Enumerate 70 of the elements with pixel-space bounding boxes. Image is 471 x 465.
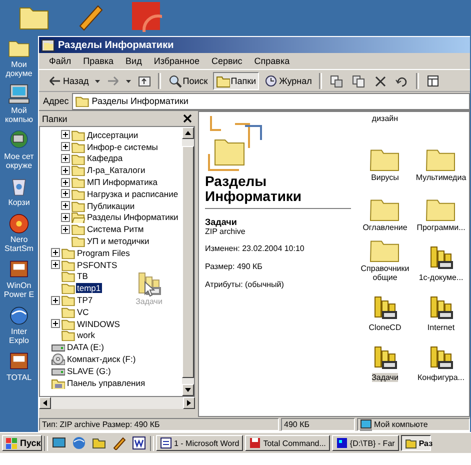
zip-folder-label[interactable]: Конфигура... [418, 373, 464, 382]
desktop-icon-label[interactable]: Мое сет окруже [4, 152, 34, 170]
tree-item[interactable]: Program Files [76, 248, 131, 258]
tree-item[interactable]: temp1 [76, 283, 102, 294]
folder-label[interactable]: Справочники общие [357, 264, 413, 282]
menu-item[interactable]: Избранное [154, 56, 200, 66]
tree-item[interactable]: SLAVE (G:) [66, 366, 112, 376]
desktop-icon-label[interactable]: Мои докуме [6, 60, 32, 78]
tree-item[interactable]: Компакт-диск (F:) [66, 354, 137, 364]
tree-item[interactable]: Кафедра [86, 153, 124, 164]
tree-item[interactable]: Панель управления [66, 378, 146, 388]
selected-item-name: Задачи [205, 217, 238, 227]
tree-item[interactable]: МП Информатика [86, 177, 158, 188]
desktop-icon-label[interactable]: Nero StartSm [4, 235, 34, 253]
tree-item[interactable]: Разделы Информатики [86, 212, 180, 222]
taskbar-button[interactable]: 1 - Microsoft Word [156, 435, 244, 451]
folder-label[interactable]: Мультимедиа [416, 173, 466, 182]
status-text: Тип: ZIP archive Размер: 490 КБ [39, 418, 279, 431]
menu-item[interactable]: Файл [49, 56, 72, 66]
status-size: 490 КБ [281, 418, 355, 431]
tree-item[interactable]: Л-ра_Каталоги [86, 165, 146, 176]
tree-item[interactable]: TP7 [76, 295, 94, 306]
desktop-icon-label[interactable]: WinOn Power E [4, 281, 34, 299]
address-field[interactable]: Разделы Информатики [72, 92, 470, 110]
tree-item[interactable]: Диссертации [86, 130, 140, 140]
item-type: ZIP archive [205, 227, 246, 236]
folder-label[interactable]: Оглавление [362, 223, 408, 232]
tree-item[interactable]: УП и методички [86, 236, 150, 246]
taskbar-button[interactable]: {D:\TB} - Far [332, 435, 399, 451]
menu-item[interactable]: Сервис [211, 56, 242, 66]
desktop-icon-label[interactable]: TOTAL [6, 373, 32, 382]
desktop-icon-label[interactable]: Inter Explo [8, 327, 29, 345]
folder-heading: Разделы Информатики [205, 174, 351, 209]
search-button[interactable]: Поиск [164, 72, 211, 90]
zone-label: Мой компьюте [374, 420, 428, 429]
zip-folder-label[interactable]: CloneCD [368, 323, 402, 332]
zip-folder-label[interactable]: 1с-докуме... [418, 273, 464, 282]
taskbar-button[interactable]: Раз [400, 435, 431, 451]
desktop-icon-label[interactable]: Мой компью [4, 106, 34, 124]
tree-item[interactable]: TB [76, 271, 89, 282]
item-size: Размер: 490 КБ [205, 262, 264, 271]
zip-folder-label[interactable]: Задачи [372, 373, 398, 382]
tree-item[interactable]: work [76, 330, 96, 340]
address-label: Адрес [43, 96, 69, 106]
folder-button[interactable]: Папки [212, 72, 260, 90]
folder-label[interactable]: Вирусы [371, 173, 399, 182]
folder-label[interactable]: дизайн [372, 114, 398, 123]
item-attributes: Атрибуты: (обычный) [205, 280, 285, 289]
tree-item[interactable]: Система Ритм [86, 224, 145, 234]
zip-folder-label[interactable]: Internet [427, 323, 455, 332]
dragged-zip-folder: Задачи [135, 271, 163, 306]
tree-item[interactable]: Публикации [86, 200, 136, 211]
start-button[interactable]: Пуск [2, 435, 42, 451]
modified-date: Изменен: 23.02.2004 10:10 [205, 244, 306, 253]
tree-item[interactable]: Инфор-е системы [86, 142, 159, 152]
desktop-icon-label[interactable]: Корзи [8, 198, 30, 207]
tree-item[interactable]: VC [76, 306, 90, 317]
folder-label[interactable]: Программи... [416, 223, 466, 232]
window-title: Разделы Информатики [58, 40, 174, 50]
tree-item[interactable]: WINDOWS [76, 318, 121, 329]
pane-title: Папки [42, 114, 68, 124]
menu-item[interactable]: Правка [83, 56, 114, 66]
menu-item[interactable]: Справка [254, 56, 290, 66]
history-button[interactable]: Журнал [261, 72, 315, 90]
back-arrow-button[interactable]: Назад [45, 72, 92, 90]
menu-item[interactable]: Вид [126, 56, 142, 66]
taskbar-button[interactable]: Total Command... [245, 435, 330, 451]
tree-item[interactable]: PSFONTS [76, 260, 118, 270]
tree-item[interactable]: Нагрузка и расписание [86, 188, 180, 199]
tree-item[interactable]: DATA (E:) [66, 342, 105, 352]
